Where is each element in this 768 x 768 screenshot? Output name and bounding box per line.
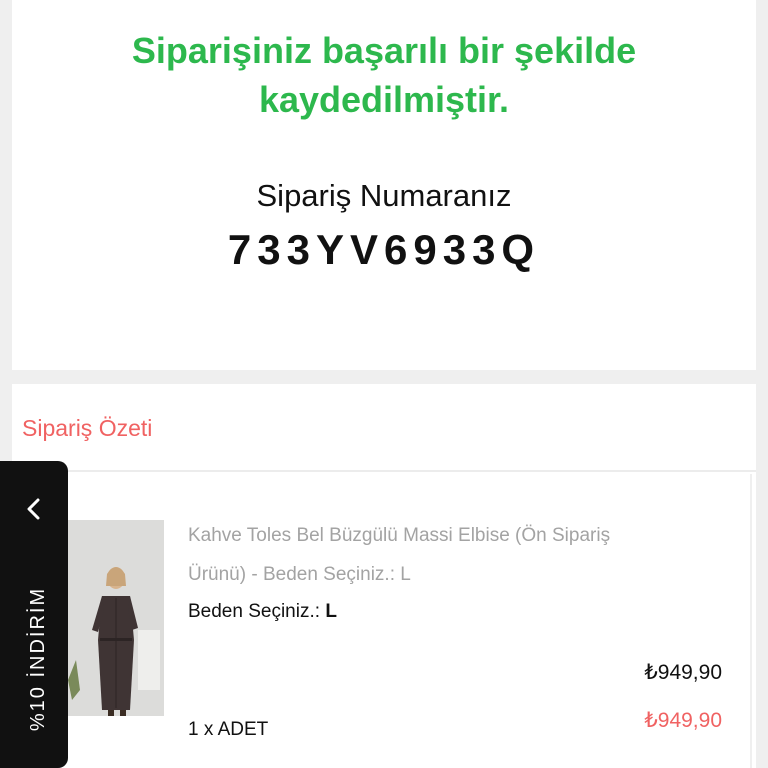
product-image[interactable] bbox=[68, 520, 164, 716]
order-number: 733YV6933Q bbox=[227, 226, 541, 273]
product-price: ₺949,90 bbox=[644, 661, 722, 684]
order-summary-card: Sipariş Özeti Kahve Toles Bel Büzgülü Ma… bbox=[12, 384, 756, 768]
success-message: Siparişiniz başarılı bir şekilde kaydedi… bbox=[131, 30, 637, 120]
order-number-label: Sipariş Numaranız bbox=[256, 178, 512, 213]
order-item: Kahve Toles Bel Büzgülü Massi Elbise (Ön… bbox=[36, 474, 752, 768]
discount-tab-label[interactable]: %10 İNDİRİM bbox=[26, 587, 50, 731]
product-quantity: 1 x ADET bbox=[188, 719, 269, 740]
size-value: L bbox=[325, 601, 337, 622]
divider bbox=[12, 470, 756, 472]
chevron-left-icon[interactable] bbox=[22, 495, 46, 523]
product-size: Beden Seçiniz.: L bbox=[188, 600, 337, 624]
discount-tab[interactable]: %10 İNDİRİM bbox=[0, 461, 68, 768]
product-name[interactable]: Kahve Toles Bel Büzgülü Massi Elbise (Ön… bbox=[188, 516, 618, 594]
size-label: Beden Seçiniz.: bbox=[188, 601, 326, 622]
discounted-price: ₺949,90 bbox=[644, 709, 722, 732]
order-confirmation-card: Siparişiniz başarılı bir şekilde kaydedi… bbox=[12, 0, 756, 370]
product-photo-illustration bbox=[68, 520, 164, 716]
item-border bbox=[750, 474, 752, 768]
order-summary-title: Sipariş Özeti bbox=[22, 415, 153, 441]
